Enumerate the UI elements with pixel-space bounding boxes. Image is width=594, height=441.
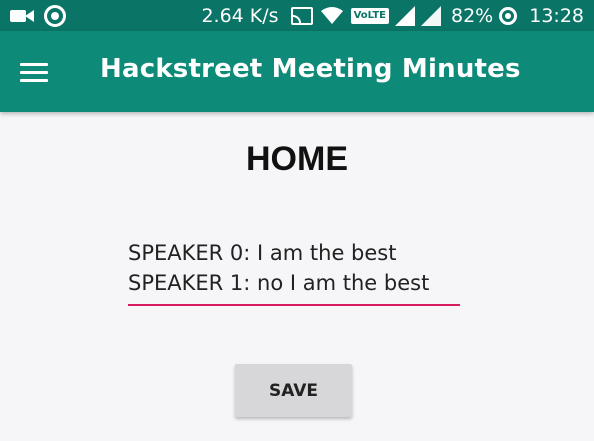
save-button[interactable]: SAVE [235, 364, 352, 417]
cast-icon [290, 7, 313, 25]
page-title: HOME [246, 140, 348, 178]
menu-icon[interactable] [20, 61, 48, 83]
status-bar-right: 2.64 K/s VoLTE 82% 13:28 [201, 3, 584, 29]
battery-percent: 82% [451, 5, 494, 27]
video-icon [10, 6, 36, 26]
app-title: Hackstreet Meeting Minutes [100, 54, 521, 84]
battery-saver-icon [499, 7, 518, 25]
app-bar: Hackstreet Meeting Minutes [0, 31, 594, 112]
transcript-input[interactable]: SPEAKER 0: I am the best SPEAKER 1: no I… [128, 238, 460, 306]
wifi-icon [320, 7, 343, 24]
status-bar: 2.64 K/s VoLTE 82% 13:28 [0, 0, 594, 31]
clock: 13:28 [529, 5, 584, 27]
signal-icon [395, 6, 415, 26]
record-icon [44, 5, 66, 27]
network-speed: 2.64 K/s [201, 5, 279, 27]
volte-icon: VoLTE [350, 8, 389, 24]
signal-icon-2 [421, 6, 441, 26]
status-bar-left [10, 5, 66, 27]
